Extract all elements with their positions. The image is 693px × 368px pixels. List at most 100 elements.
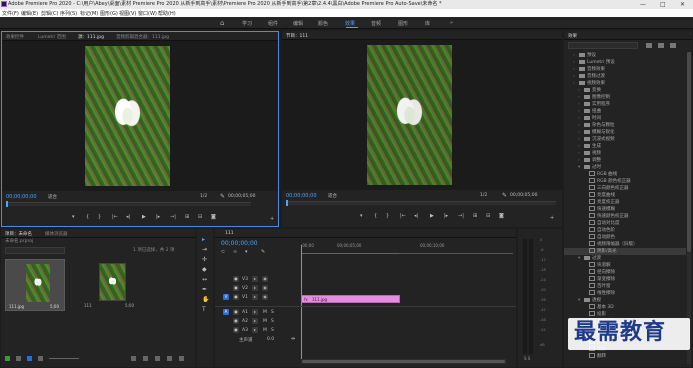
program-button-editor-button[interactable]: + <box>550 215 554 221</box>
insert-button[interactable]: ⊞ <box>185 214 189 220</box>
program-resolution-select[interactable]: 1/2 <box>480 193 487 198</box>
effects-item[interactable]: 三向颜色校正器 <box>564 185 686 192</box>
a1-lock-icon[interactable]: ● <box>233 309 239 315</box>
effects-folder[interactable]: › 音频效果 <box>564 66 686 73</box>
effects-folder[interactable]: › 视频 <box>564 150 686 157</box>
tab-lumetri-scopes[interactable]: Lumetri 范围 <box>38 34 66 40</box>
type-tool-icon[interactable]: T <box>202 306 206 313</box>
workspace-color[interactable]: 颜色 <box>318 20 328 27</box>
effects-folder[interactable]: ▾ 透视 <box>564 297 686 304</box>
export-frame-button[interactable]: ◙ <box>211 214 216 220</box>
v3-eye-icon[interactable]: ◉ <box>262 276 268 282</box>
timeline-settings-icon[interactable]: ✎ <box>261 249 265 255</box>
effects-folder[interactable]: › 调整 <box>564 157 686 164</box>
effects-scroll-thumb[interactable] <box>687 52 691 252</box>
go-to-in-button[interactable]: |← <box>112 214 118 220</box>
tab-project[interactable]: 项目：未命名 <box>5 231 32 237</box>
effects-item[interactable]: 快速颜色校正器 <box>564 213 686 220</box>
effects-item[interactable]: 投影 <box>564 311 686 318</box>
scroll-thumb[interactable] <box>302 360 505 363</box>
timeline-clip[interactable]: fx 111.jpg <box>301 295 400 303</box>
program-mark-in-button[interactable]: { <box>374 213 377 219</box>
v2-sync-icon[interactable]: ▸ <box>252 285 258 291</box>
a2-sync-icon[interactable]: ▸ <box>252 318 258 324</box>
automate-to-sequence-icon[interactable] <box>131 356 136 361</box>
workspace-audio[interactable]: 音频 <box>371 20 381 27</box>
project-lock-icon[interactable] <box>5 356 10 361</box>
effects-item[interactable]: 亮度校正器 <box>564 199 686 206</box>
program-add-marker-button[interactable]: ▾ <box>360 213 363 219</box>
effects-folder[interactable]: › 时间 <box>564 115 686 122</box>
effects-folder[interactable]: › 图像控制 <box>564 94 686 101</box>
lift-button[interactable]: ⊞ <box>473 213 477 219</box>
snap-icon[interactable]: ⊂ <box>221 249 225 255</box>
master-go-to-icon[interactable]: ⇹ <box>291 336 295 342</box>
effects-folder[interactable]: › 杂色与颗粒 <box>564 122 686 129</box>
source-playhead[interactable] <box>6 201 8 207</box>
a3-sync-icon[interactable]: ▸ <box>252 327 258 333</box>
program-wrench-icon[interactable]: ✎ <box>502 192 507 199</box>
effects-folder[interactable]: › 沉浸式视频 <box>564 136 686 143</box>
v2-lock-icon[interactable]: ● <box>233 285 239 291</box>
step-forward-button[interactable]: |▸ <box>156 214 160 220</box>
program-go-to-in-button[interactable]: |← <box>400 213 406 219</box>
a1-solo-button[interactable]: S <box>271 310 274 315</box>
find-icon[interactable] <box>143 356 148 361</box>
program-playhead[interactable] <box>286 200 288 206</box>
menu-view[interactable]: 视图(V) <box>119 10 136 17</box>
effects-item[interactable]: 渐变擦除 <box>564 276 686 283</box>
a3-lock-icon[interactable]: ● <box>233 327 239 333</box>
v3-sync-icon[interactable]: ▸ <box>252 276 258 282</box>
effects-item[interactable]: 百叶窗 <box>564 283 686 290</box>
effects-folder[interactable]: › 扭曲 <box>564 108 686 115</box>
extract-button[interactable]: ⊟ <box>486 213 490 219</box>
a2-mute-button[interactable]: M <box>263 319 267 324</box>
close-button[interactable]: ✕ <box>680 1 685 8</box>
program-step-forward-button[interactable]: |▸ <box>444 213 448 219</box>
menu-edit[interactable]: 编辑(E) <box>21 10 38 17</box>
menu-file[interactable]: 文件(F) <box>2 10 19 17</box>
program-play-button[interactable]: ▶ <box>430 213 434 219</box>
v1-lock-icon[interactable]: ● <box>233 294 239 300</box>
step-back-button[interactable]: ◂| <box>126 214 130 220</box>
a1-source-patch[interactable]: A <box>223 309 229 315</box>
work-area-bar[interactable] <box>301 253 399 254</box>
source-timecode-left[interactable]: 00;00;00;00 <box>6 194 37 200</box>
program-viewer[interactable] <box>282 40 562 190</box>
a3-solo-button[interactable]: S <box>271 328 274 333</box>
home-icon[interactable]: ⌂ <box>220 19 224 27</box>
effects-item[interactable]: 块溶解 <box>564 262 686 269</box>
effects-item[interactable]: RGB 曲线 <box>564 171 686 178</box>
yuv-effects-icon[interactable] <box>670 43 676 48</box>
source-viewer[interactable] <box>2 41 278 191</box>
effects-folder[interactable]: › 预设 <box>564 52 686 59</box>
effects-folder[interactable]: › 模糊与锐化 <box>564 129 686 136</box>
v2-eye-icon[interactable]: ◉ <box>262 285 268 291</box>
menu-sequence[interactable]: 序列(S) <box>60 10 77 17</box>
program-step-back-button[interactable]: ◂| <box>414 213 418 219</box>
a1-mute-button[interactable]: M <box>263 310 267 315</box>
effects-search-input[interactable] <box>568 42 638 49</box>
effects-item[interactable]: 自动色阶 <box>564 227 686 234</box>
tab-media-browser[interactable]: 媒体浏览器 <box>45 231 68 237</box>
pen-tool-icon[interactable]: ✒ <box>202 286 207 293</box>
a1-sync-icon[interactable]: ▸ <box>252 309 258 315</box>
program-fit-select[interactable]: 适合 <box>328 193 337 199</box>
list-view-icon[interactable] <box>16 356 21 361</box>
timeline-timecode[interactable]: 00;00;00;00 <box>221 240 258 247</box>
source-button-editor-button[interactable]: + <box>270 216 274 222</box>
menu-graphics[interactable]: 图形(G) <box>100 10 118 17</box>
timeline-horizontal-scrollbar[interactable] <box>301 359 506 364</box>
workspace-libraries[interactable]: 库 <box>425 20 430 27</box>
menu-clip[interactable]: 剪辑(C) <box>41 10 58 17</box>
program-export-frame-button[interactable]: ◙ <box>499 213 504 219</box>
track-select-tool-icon[interactable]: ⇥ <box>202 246 207 253</box>
trash-icon[interactable] <box>179 356 184 361</box>
a2-solo-button[interactable]: S <box>271 319 274 324</box>
effects-item[interactable]: 翻转 <box>564 353 686 360</box>
maximize-button[interactable]: □ <box>660 1 666 8</box>
effects-item[interactable]: 基本 3D <box>564 304 686 311</box>
icon-view-icon[interactable] <box>27 356 32 361</box>
program-go-to-out-button[interactable]: →| <box>458 213 464 219</box>
go-to-out-button[interactable]: →| <box>170 214 176 220</box>
